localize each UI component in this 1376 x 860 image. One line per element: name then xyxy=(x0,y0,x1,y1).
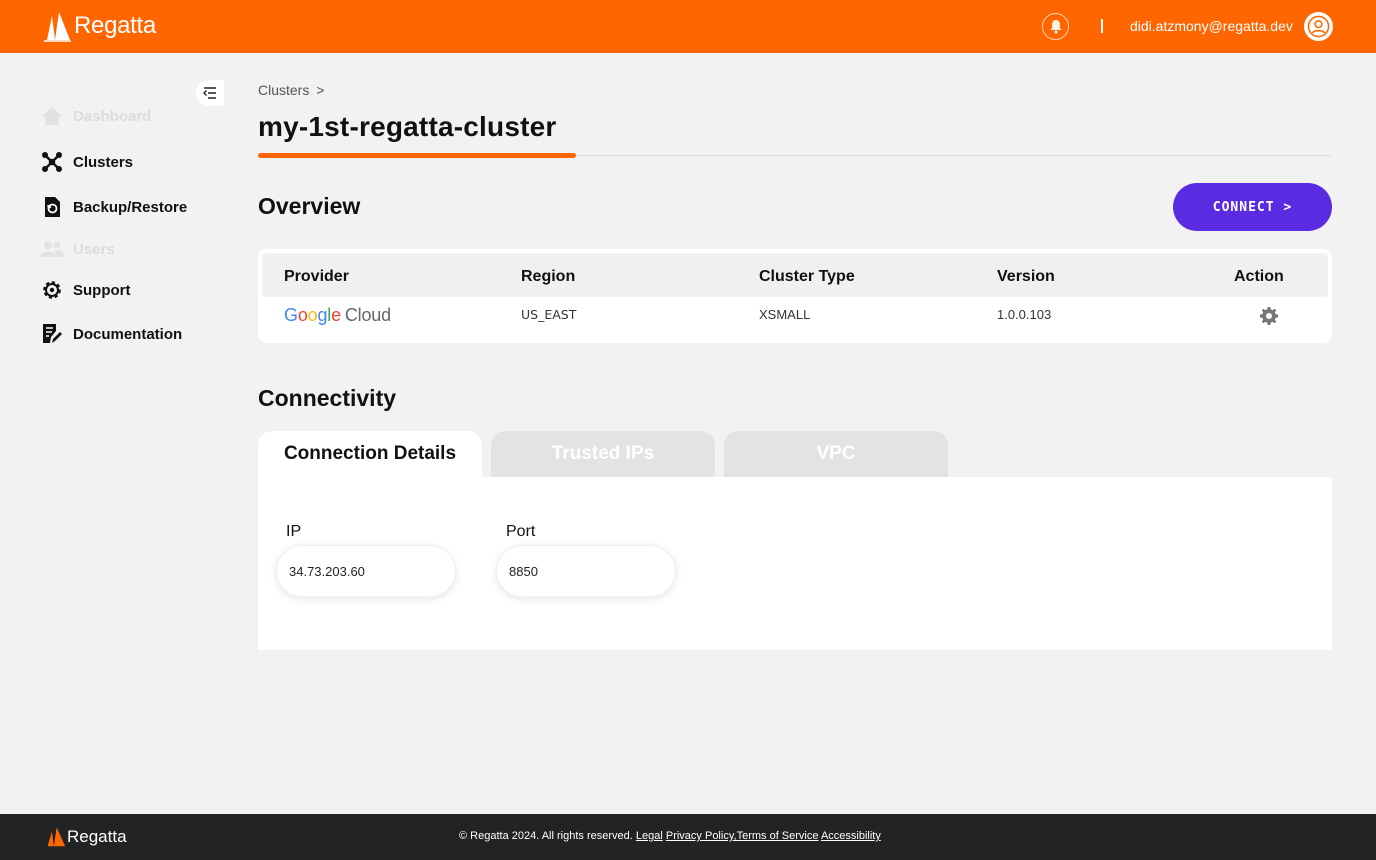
google-cloud-logo: Google Cloud xyxy=(284,305,391,326)
sidebar-item-clusters[interactable]: Clusters xyxy=(40,150,133,174)
settings-gear-icon[interactable] xyxy=(1259,306,1279,326)
clusters-icon xyxy=(40,150,64,174)
google-wordmark: Google xyxy=(284,305,341,325)
overview-heading: Overview xyxy=(258,193,361,219)
cluster-type-value: XSMALL xyxy=(759,307,811,322)
breadcrumb: Clusters > xyxy=(258,82,324,98)
ip-field[interactable] xyxy=(276,545,456,597)
backup-icon xyxy=(40,195,64,219)
footer-link-terms[interactable]: ,Terms of Service xyxy=(734,830,819,842)
sidebar-item-label: Documentation xyxy=(73,325,183,343)
sidebar-item-label: Backup/Restore xyxy=(73,198,188,216)
connection-details-panel: IP Port xyxy=(258,477,1332,650)
tab-vpc[interactable]: VPC xyxy=(724,431,948,477)
footer-link-accessibility[interactable]: Accessibility xyxy=(821,830,881,842)
sail-logo-icon xyxy=(47,827,66,847)
sidebar-item-label: Support xyxy=(73,281,131,299)
sidebar-item-documentation[interactable]: Documentation xyxy=(40,322,182,346)
google-letter: e xyxy=(331,305,341,325)
sail-logo-icon xyxy=(44,12,71,42)
top-header: Regatta didi.atzmony@regatta.dev xyxy=(0,0,1376,53)
footer: Regatta © Regatta 2024. All rights reser… xyxy=(0,814,1376,860)
user-avatar-icon[interactable] xyxy=(1304,12,1333,41)
table-header-row: Provider Region Cluster Type Version Act… xyxy=(262,253,1328,297)
column-header-region: Region xyxy=(521,268,576,285)
column-header-action: Action xyxy=(1234,268,1284,285)
documentation-icon xyxy=(40,322,64,346)
tab-trusted-ips[interactable]: Trusted IPs xyxy=(491,431,715,477)
breadcrumb-separator: > xyxy=(316,82,325,98)
page-title: my-1st-regatta-cluster xyxy=(258,111,557,142)
google-letter: o xyxy=(297,305,308,325)
column-header-provider: Provider xyxy=(284,268,349,285)
sidebar-item-users[interactable]: Users xyxy=(40,237,115,261)
sidebar-item-support[interactable]: Support xyxy=(40,278,131,302)
footer-legal: © Regatta 2024. All rights reserved. Leg… xyxy=(459,830,881,842)
footer-link-privacy[interactable]: Privacy Policy xyxy=(666,830,734,842)
tab-connection-details[interactable]: Connection Details xyxy=(258,431,482,477)
footer-logo: Regatta xyxy=(46,826,127,847)
support-gear-icon xyxy=(40,278,64,302)
sidebar-item-label: Clusters xyxy=(73,153,134,171)
sidebar: Dashboard Clusters Backup/Restore Users … xyxy=(0,53,224,814)
main-content: Clusters > my-1st-regatta-cluster Overvi… xyxy=(224,53,1376,814)
version-value: 1.0.0.103 xyxy=(997,307,1052,322)
connectivity-heading: Connectivity xyxy=(258,385,397,411)
regatta-logo[interactable]: Regatta xyxy=(44,10,156,42)
cloud-wordmark: Cloud xyxy=(344,305,391,325)
port-label: Port xyxy=(506,523,536,540)
google-letter: G xyxy=(284,305,298,325)
notifications-bell-icon[interactable] xyxy=(1042,13,1069,40)
header-divider xyxy=(1101,19,1103,33)
port-field[interactable] xyxy=(496,545,676,597)
column-header-version: Version xyxy=(997,268,1055,285)
google-letter: o xyxy=(307,305,318,325)
ip-label: IP xyxy=(286,523,302,540)
copyright-text: © Regatta 2024. All rights reserved. xyxy=(459,830,633,842)
footer-link-legal[interactable]: Legal xyxy=(636,830,663,842)
home-icon xyxy=(40,104,64,128)
sidebar-item-backup-restore[interactable]: Backup/Restore xyxy=(40,195,187,219)
sidebar-item-dashboard[interactable]: Dashboard xyxy=(40,104,151,128)
title-underline xyxy=(258,153,576,158)
logo-text: Regatta xyxy=(74,12,156,39)
region-value: US_EAST xyxy=(521,307,577,322)
footer-logo-text: Regatta xyxy=(67,826,127,846)
sidebar-item-label: Dashboard xyxy=(73,107,152,125)
breadcrumb-clusters-link[interactable]: Clusters xyxy=(258,82,309,98)
collapse-sidebar-button[interactable] xyxy=(196,80,224,106)
collapse-menu-icon xyxy=(203,87,216,99)
users-icon xyxy=(40,237,64,261)
connect-button[interactable]: CONNECT > xyxy=(1173,183,1332,231)
overview-table: Provider Region Cluster Type Version Act… xyxy=(258,249,1332,343)
user-email[interactable]: didi.atzmony@regatta.dev xyxy=(1130,18,1293,34)
sidebar-item-label: Users xyxy=(73,240,115,258)
google-letter: g xyxy=(317,305,328,325)
column-header-cluster-type: Cluster Type xyxy=(759,268,855,285)
